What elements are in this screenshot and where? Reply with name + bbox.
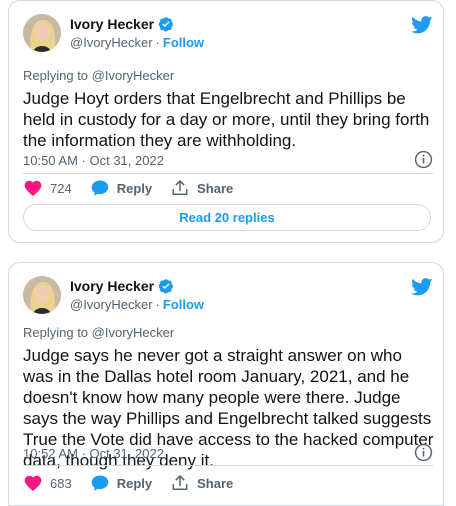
tweet-header: Ivory Hecker @IvoryHecker · Follow: [23, 276, 433, 318]
like-button[interactable]: 683: [23, 473, 72, 493]
replying-to[interactable]: Replying to @IvoryHecker: [23, 325, 174, 340]
divider: [23, 173, 433, 174]
reply-bubble-icon: [91, 180, 109, 196]
author-handle[interactable]: @IvoryHecker: [70, 35, 153, 50]
tweet-meta: 10:50 AM · Oct 31, 2022: [23, 150, 433, 169]
tweet-card[interactable]: Ivory Hecker @IvoryHecker · Follow Replyin…: [8, 0, 444, 243]
like-count: 724: [50, 180, 72, 196]
timestamp[interactable]: 10:52 AM · Oct 31, 2022: [23, 446, 164, 461]
info-icon[interactable]: [414, 443, 433, 462]
twitter-bird-icon[interactable]: [411, 16, 433, 34]
author-name-row[interactable]: Ivory Hecker: [70, 16, 174, 32]
separator-dot: ·: [155, 297, 160, 312]
tweet-card[interactable]: Ivory Hecker @IvoryHecker · Follow Replyin…: [8, 262, 444, 506]
reply-button[interactable]: Reply: [90, 473, 152, 493]
follow-button[interactable]: Follow: [163, 35, 204, 50]
verified-badge-icon: [158, 17, 174, 32]
timestamp[interactable]: 10:50 AM · Oct 31, 2022: [23, 153, 164, 168]
share-label: Share: [197, 475, 234, 491]
handle-row: @IvoryHecker · Follow: [70, 297, 204, 312]
tweet-actions: 683 Reply Share: [23, 473, 433, 493]
like-button[interactable]: 724: [23, 178, 72, 198]
share-button[interactable]: Share: [170, 473, 233, 493]
share-icon: [172, 180, 188, 195]
avatar[interactable]: [23, 276, 61, 314]
author-name-row[interactable]: Ivory Hecker: [70, 278, 174, 294]
reply-label: Reply: [116, 180, 153, 196]
tweet-meta: 10:52 AM · Oct 31, 2022: [23, 443, 433, 462]
info-icon[interactable]: [414, 150, 433, 169]
divider: [23, 465, 433, 466]
read-replies-button[interactable]: Read 20 replies: [23, 204, 431, 231]
reply-button[interactable]: Reply: [90, 178, 152, 198]
avatar[interactable]: [23, 14, 61, 52]
twitter-bird-icon[interactable]: [411, 278, 433, 296]
reply-bubble-icon: [91, 475, 109, 491]
tweet-header: Ivory Hecker @IvoryHecker · Follow: [23, 14, 433, 56]
author-name[interactable]: Ivory Hecker: [70, 278, 154, 294]
share-label: Share: [197, 180, 234, 196]
share-button[interactable]: Share: [170, 178, 233, 198]
like-count: 683: [50, 475, 72, 491]
replying-to[interactable]: Replying to @IvoryHecker: [23, 68, 174, 83]
reply-label: Reply: [116, 475, 153, 491]
author-name[interactable]: Ivory Hecker: [70, 16, 154, 32]
tweet-text: Judge Hoyt orders that Engelbrecht and P…: [23, 89, 430, 150]
separator-dot: ·: [155, 35, 160, 50]
tweet-actions: 724 Reply Share: [23, 178, 433, 198]
verified-badge-icon: [158, 279, 174, 294]
follow-button[interactable]: Follow: [163, 297, 204, 312]
heart-icon: [24, 180, 42, 196]
share-icon: [172, 475, 188, 490]
handle-row: @IvoryHecker · Follow: [70, 35, 204, 50]
heart-icon: [24, 475, 42, 491]
author-handle[interactable]: @IvoryHecker: [70, 297, 153, 312]
